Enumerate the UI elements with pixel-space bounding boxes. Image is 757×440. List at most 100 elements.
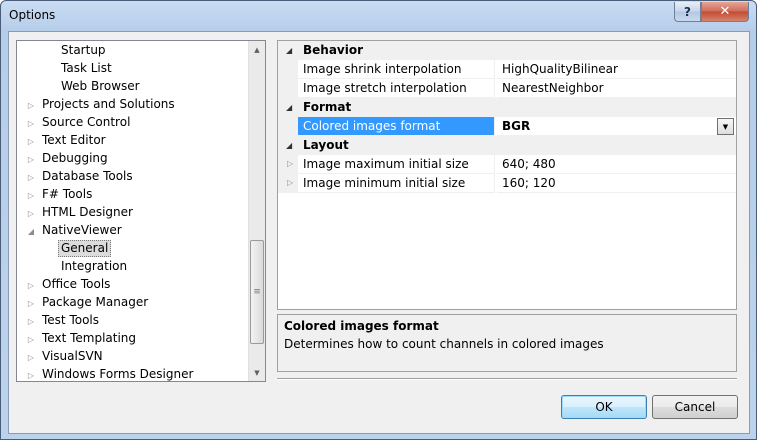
tree-item-label: Text Templating: [42, 331, 137, 345]
collapsed-arrow-icon[interactable]: ▷: [26, 348, 36, 366]
tree-item[interactable]: ▷ Projects and Solutions: [17, 96, 248, 114]
expand-arrow-icon[interactable]: ▷: [287, 174, 293, 192]
collapsed-arrow-icon[interactable]: ▷: [26, 366, 36, 381]
property-name: Image maximum initial size: [298, 155, 495, 174]
property-value[interactable]: 160; 120: [497, 174, 736, 193]
grip-icon: ≡: [253, 287, 261, 297]
row-margin: [278, 79, 298, 98]
dialog-client-area: Startup Task List Web Browser ▷ Projects and…: [8, 31, 750, 434]
tree-item-label: Projects and Solutions: [42, 97, 175, 111]
ok-button[interactable]: OK: [561, 395, 647, 419]
property-name: Image minimum initial size: [298, 174, 495, 193]
tree-item-label: NativeViewer: [42, 223, 122, 237]
property-value-text: 160; 120: [502, 176, 556, 190]
category-label: Layout: [303, 138, 349, 152]
title-bar[interactable]: Options ? ✕: [1, 1, 756, 31]
property-name: Colored images format: [298, 117, 495, 136]
tree-item[interactable]: General: [17, 240, 248, 258]
tree-item[interactable]: ▷ F# Tools: [17, 186, 248, 204]
tree-item[interactable]: Integration: [17, 258, 248, 276]
tree-item-label: Web Browser: [61, 79, 140, 93]
property-value-text: 640; 480: [502, 157, 556, 171]
collapsed-arrow-icon[interactable]: ▷: [26, 312, 36, 330]
property-value[interactable]: 640; 480: [497, 155, 736, 174]
tree-item-label: Source Control: [42, 115, 131, 129]
tree-item[interactable]: ▷ Package Manager: [17, 294, 248, 312]
row-margin: ▷: [278, 155, 298, 174]
tree-item[interactable]: ▷ Text Templating: [17, 330, 248, 348]
tree-item-label: Windows Forms Designer: [42, 367, 194, 381]
property-name: Image stretch interpolation: [298, 79, 495, 98]
property-description-panel: Colored images format Determines how to …: [277, 314, 737, 372]
collapsed-arrow-icon[interactable]: ▷: [26, 186, 36, 204]
tree-item[interactable]: ▷ Database Tools: [17, 168, 248, 186]
property-name: Image shrink interpolation: [298, 60, 495, 79]
help-icon: ?: [684, 4, 691, 19]
property-value-text: BGR: [502, 119, 531, 133]
property-value[interactable]: HighQualityBilinear: [497, 60, 736, 79]
collapsed-arrow-icon[interactable]: ▷: [26, 168, 36, 186]
tree-item[interactable]: ▷ HTML Designer: [17, 204, 248, 222]
collapsed-arrow-icon[interactable]: ▷: [26, 132, 36, 150]
tree-vertical-scrollbar[interactable]: ▲ ≡ ▼: [248, 41, 265, 381]
tree-item[interactable]: ▷ Debugging: [17, 150, 248, 168]
scroll-down-icon[interactable]: ▼: [249, 364, 265, 381]
scrollbar-thumb[interactable]: ≡: [250, 240, 264, 344]
category-collapse-icon[interactable]: ◢: [286, 136, 292, 155]
expand-arrow-icon[interactable]: ▷: [287, 155, 293, 173]
row-margin: [278, 60, 298, 79]
tree-item[interactable]: Web Browser: [17, 78, 248, 96]
collapsed-arrow-icon[interactable]: ▷: [26, 276, 36, 294]
cancel-button[interactable]: Cancel: [652, 395, 738, 419]
row-margin: ▷: [278, 174, 298, 193]
tree-item[interactable]: ▷ Source Control: [17, 114, 248, 132]
tree-item[interactable]: ▷ Windows Forms Designer: [17, 366, 248, 381]
property-row[interactable]: Colored images format BGR ▼: [278, 117, 736, 136]
tree-item[interactable]: ▷ Office Tools: [17, 276, 248, 294]
dropdown-arrow-icon[interactable]: ▼: [717, 118, 734, 135]
tree-item-label: Startup: [61, 43, 106, 57]
close-button[interactable]: ✕: [701, 2, 749, 22]
tree-item[interactable]: ▷ Test Tools: [17, 312, 248, 330]
tree-item-label: Task List: [61, 61, 112, 75]
tree-item-label: Office Tools: [42, 277, 111, 291]
tree-item[interactable]: ▷ VisualSVN: [17, 348, 248, 366]
category-row[interactable]: ◢ Format: [278, 98, 736, 117]
options-dialog: Options ? ✕ Startup Task List Web Browser ▷…: [0, 0, 757, 440]
category-collapse-icon[interactable]: ◢: [286, 98, 292, 117]
collapsed-arrow-icon[interactable]: ▷: [26, 294, 36, 312]
tree-item[interactable]: Task List: [17, 60, 248, 78]
tree-item[interactable]: ▷ Text Editor: [17, 132, 248, 150]
tree-item-label: Text Editor: [42, 133, 106, 147]
expanded-arrow-icon[interactable]: ◢: [26, 222, 36, 240]
category-collapse-icon[interactable]: ◢: [286, 41, 292, 60]
property-row[interactable]: ▷ Image maximum initial size 640; 480: [278, 155, 736, 174]
property-row[interactable]: Image shrink interpolation HighQualityBil…: [278, 60, 736, 79]
tree-item-label: Test Tools: [42, 313, 100, 327]
options-tree[interactable]: Startup Task List Web Browser ▷ Projects and…: [16, 40, 266, 382]
category-row[interactable]: ◢ Behavior: [278, 41, 736, 60]
collapsed-arrow-icon[interactable]: ▷: [26, 96, 36, 114]
category-label: Format: [303, 100, 352, 114]
tree-item[interactable]: ◢ NativeViewer: [17, 222, 248, 240]
separator: [277, 378, 737, 380]
property-row[interactable]: ▷ Image minimum initial size 160; 120: [278, 174, 736, 193]
collapsed-arrow-icon[interactable]: ▷: [26, 150, 36, 168]
tree-item-label: VisualSVN: [42, 349, 103, 363]
property-value[interactable]: BGR ▼: [497, 117, 736, 136]
description-title: Colored images format: [284, 319, 439, 333]
collapsed-arrow-icon[interactable]: ▷: [26, 204, 36, 222]
collapsed-arrow-icon[interactable]: ▷: [26, 330, 36, 348]
property-value[interactable]: NearestNeighbor: [497, 79, 736, 98]
help-button[interactable]: ?: [674, 2, 701, 22]
window-title: Options: [9, 8, 56, 22]
tree-item-label: Integration: [61, 259, 128, 273]
collapsed-arrow-icon[interactable]: ▷: [26, 114, 36, 132]
row-margin: [278, 117, 298, 136]
category-row[interactable]: ◢ Layout: [278, 136, 736, 155]
tree-item[interactable]: Startup: [17, 42, 248, 60]
property-grid[interactable]: ◢ Behavior Image shrink interpolation HighQ…: [277, 40, 737, 310]
property-row[interactable]: Image stretch interpolation NearestNeighb…: [278, 79, 736, 98]
scroll-up-icon[interactable]: ▲: [249, 41, 265, 58]
property-value-text: NearestNeighbor: [502, 81, 604, 95]
